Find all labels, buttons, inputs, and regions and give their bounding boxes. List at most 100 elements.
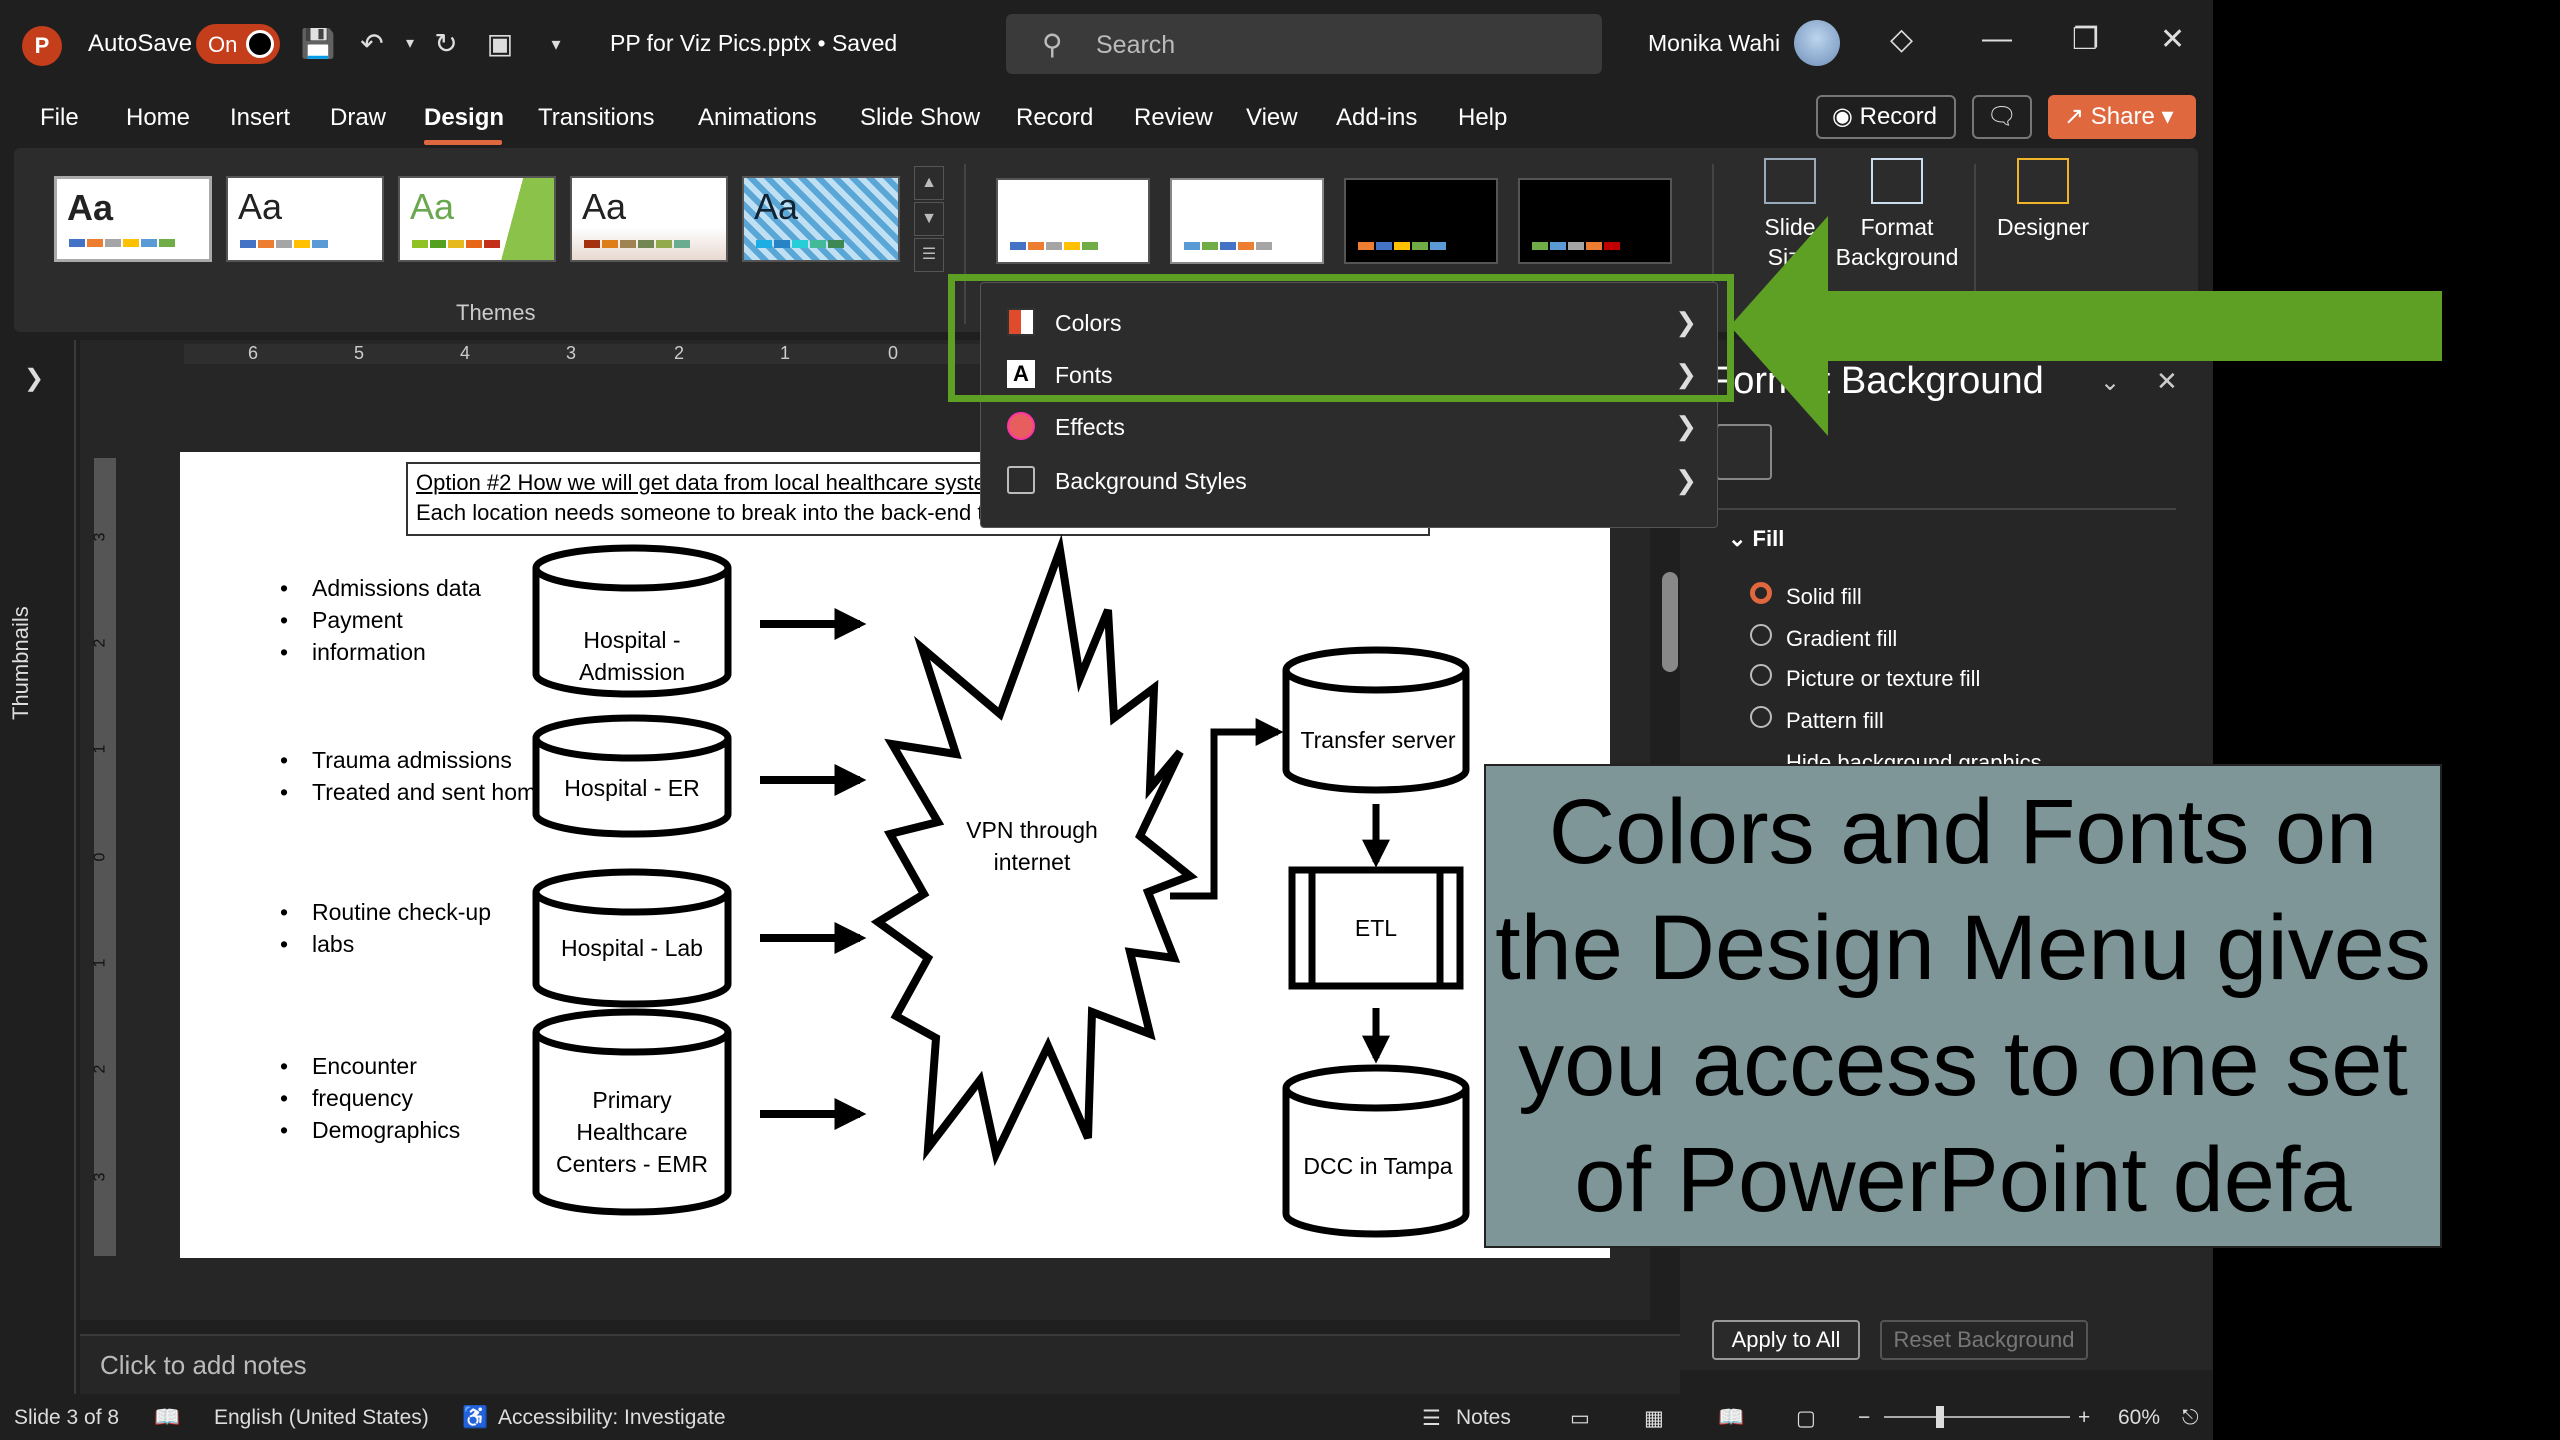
- tab-animations[interactable]: Animations: [698, 104, 817, 132]
- menu-item-background-styles[interactable]: Background Styles ❯: [981, 455, 1719, 507]
- variant-1[interactable]: [996, 178, 1150, 264]
- fill-section-header[interactable]: ⌄ Fill: [1728, 526, 1784, 552]
- tab-transitions[interactable]: Transitions: [538, 104, 654, 132]
- avatar[interactable]: [1794, 20, 1840, 66]
- label-hospital-lab: Hospital - Lab: [561, 935, 703, 961]
- user-name[interactable]: Monika Wahi: [1648, 30, 1780, 57]
- title-bar: P AutoSave On 💾 ↶ ▾ ↻ ▣ ▾ PP for Viz Pic…: [0, 0, 2213, 88]
- tab-add-ins[interactable]: Add-ins: [1336, 104, 1417, 132]
- tab-view[interactable]: View: [1246, 104, 1298, 132]
- tab-insert[interactable]: Insert: [230, 104, 290, 132]
- comments-button[interactable]: 🗨: [1972, 95, 2032, 139]
- ruler-tick: 1: [780, 343, 791, 363]
- tab-slide-show[interactable]: Slide Show: [860, 104, 980, 132]
- search-placeholder: Search: [1096, 31, 1176, 59]
- autosave-state: On: [208, 32, 238, 57]
- comment-icon: 🗨: [1986, 103, 2018, 130]
- ruler-tick: 0: [91, 852, 109, 862]
- themes-scroll: ▲ ▼ ☰: [914, 166, 944, 274]
- customize-toolbar-icon[interactable]: ▾: [538, 26, 574, 62]
- ruler-tick: 3: [91, 1172, 109, 1182]
- menu-item-effects[interactable]: Effects ❯: [981, 401, 1719, 453]
- zoom-slider[interactable]: [1884, 1416, 2070, 1418]
- notes-icon[interactable]: ☰: [1422, 1406, 1441, 1431]
- notes-toggle[interactable]: Notes: [1456, 1406, 1511, 1430]
- tab-file[interactable]: File: [40, 104, 79, 132]
- zoom-out-icon[interactable]: −: [1858, 1406, 1870, 1430]
- autosave-toggle[interactable]: On: [196, 24, 280, 64]
- tab-review[interactable]: Review: [1134, 104, 1213, 132]
- pattern-fill-radio[interactable]: [1750, 706, 1772, 728]
- slide-sorter-icon[interactable]: ▦: [1644, 1406, 1664, 1431]
- ruler-tick: 4: [460, 343, 471, 363]
- variant-3[interactable]: [1344, 178, 1498, 264]
- ruler-tick: 5: [354, 343, 365, 363]
- theme-facet[interactable]: Aa: [398, 176, 556, 262]
- pattern-fill-label[interactable]: Pattern fill: [1786, 708, 1884, 734]
- reset-background-button[interactable]: Reset Background: [1880, 1320, 2088, 1360]
- diamond-icon[interactable]: ◇: [1890, 22, 1913, 57]
- thumbnails-label[interactable]: Thumbnails: [8, 606, 34, 720]
- gradient-fill-label[interactable]: Gradient fill: [1786, 626, 1897, 652]
- slideshow-icon[interactable]: ▢: [1796, 1406, 1816, 1431]
- tab-home[interactable]: Home: [126, 104, 190, 132]
- accessibility-icon[interactable]: ♿: [462, 1406, 488, 1430]
- zoom-slider-thumb[interactable]: [1936, 1406, 1944, 1428]
- search-box[interactable]: ⚲ Search: [1006, 14, 1602, 74]
- ruler-tick: 2: [91, 638, 109, 648]
- label-etl: ETL: [1354, 915, 1398, 941]
- zoom-level[interactable]: 60%: [2118, 1406, 2160, 1430]
- theme-preview-text: Aa: [238, 186, 283, 227]
- zoom-in-icon[interactable]: +: [2078, 1406, 2090, 1430]
- spellcheck-icon[interactable]: 📖: [154, 1406, 180, 1430]
- record-button[interactable]: ◉ Record: [1816, 95, 1956, 139]
- tab-design[interactable]: Design: [424, 104, 504, 132]
- theme-office-2[interactable]: Aa: [226, 176, 384, 262]
- redo-icon[interactable]: ↻: [428, 26, 464, 62]
- solid-fill-label[interactable]: Solid fill: [1786, 584, 1862, 610]
- close-icon[interactable]: ✕: [2160, 22, 2185, 57]
- notes-pane[interactable]: Click to add notes: [80, 1334, 1680, 1394]
- picture-fill-label[interactable]: Picture or texture fill: [1786, 666, 1980, 692]
- undo-icon[interactable]: ↶: [354, 26, 390, 62]
- document-title[interactable]: PP for Viz Pics.pptx • Saved: [610, 30, 897, 57]
- tab-help[interactable]: Help: [1458, 104, 1507, 132]
- active-tab-indicator: [424, 140, 502, 145]
- expand-thumbnails-icon[interactable]: ❯: [24, 364, 44, 393]
- normal-view-icon[interactable]: ▭: [1570, 1406, 1590, 1431]
- slide-counter[interactable]: Slide 3 of 8: [14, 1406, 119, 1430]
- designer-icon: [2017, 158, 2069, 204]
- scroll-up-icon[interactable]: ▲: [914, 166, 944, 200]
- variant-2[interactable]: [1170, 178, 1324, 264]
- restore-icon[interactable]: ❐: [2072, 22, 2099, 57]
- minimize-icon[interactable]: —: [1982, 22, 2012, 56]
- format-background-icon: [1871, 158, 1923, 204]
- slide-canvas[interactable]: Option #2 How we will get data from loca…: [180, 452, 1610, 1258]
- gradient-fill-radio[interactable]: [1750, 624, 1772, 646]
- reading-view-icon[interactable]: 📖: [1718, 1406, 1744, 1430]
- label-transfer-server: Transfer server: [1300, 727, 1456, 753]
- tab-record[interactable]: Record: [1016, 104, 1093, 132]
- solid-fill-radio[interactable]: [1750, 582, 1772, 604]
- presenter-icon[interactable]: ▣: [482, 26, 518, 62]
- language-indicator[interactable]: English (United States): [214, 1406, 429, 1430]
- tab-draw[interactable]: Draw: [330, 104, 386, 132]
- more-themes-icon[interactable]: ☰: [914, 238, 944, 272]
- colors-fonts-highlight-box: [948, 274, 1734, 402]
- picture-fill-radio[interactable]: [1750, 664, 1772, 686]
- theme-ion[interactable]: Aa: [742, 176, 900, 262]
- share-button[interactable]: ↗ Share ▾: [2048, 95, 2196, 139]
- theme-preview-text: Aa: [582, 186, 627, 227]
- apply-to-all-button[interactable]: Apply to All: [1712, 1320, 1860, 1360]
- theme-color-bars: [584, 240, 690, 248]
- theme-office[interactable]: Aa: [54, 176, 212, 262]
- toggle-knob: [246, 30, 274, 58]
- accessibility-status[interactable]: Accessibility: Investigate: [498, 1406, 726, 1430]
- variant-4[interactable]: [1518, 178, 1672, 264]
- fit-to-window-icon[interactable]: ⎋: [2182, 1406, 2199, 1430]
- save-icon[interactable]: 💾: [300, 26, 336, 62]
- editing-area-scrollbar[interactable]: [1662, 572, 1678, 672]
- theme-integral[interactable]: Aa: [570, 176, 728, 262]
- scroll-down-icon[interactable]: ▼: [914, 202, 944, 236]
- undo-dropdown-icon[interactable]: ▾: [392, 26, 428, 62]
